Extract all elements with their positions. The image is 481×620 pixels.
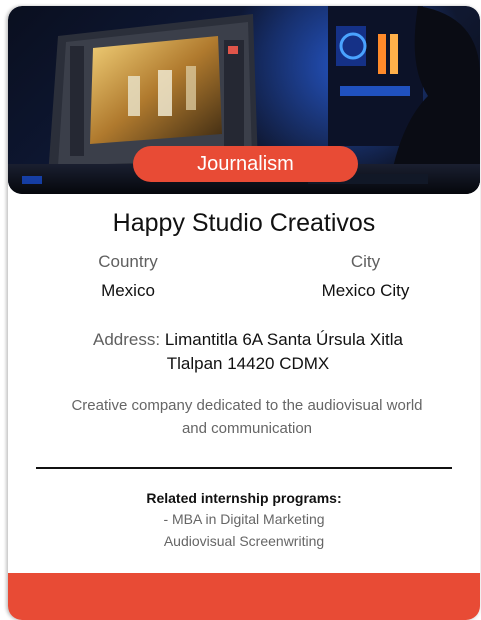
related-programs: Related internship programs: - MBA in Di…: [8, 488, 480, 552]
card-footer-bar[interactable]: [8, 573, 480, 620]
address-block: Address: Limantitla 6A Santa Úrsula Xitl…: [68, 328, 428, 376]
city-label: City: [350, 252, 381, 271]
company-title: Happy Studio Creativos: [112, 209, 376, 237]
city-block: City Mexico City: [298, 250, 433, 303]
country-value: Mexico: [101, 281, 155, 300]
address-label: Address:: [93, 330, 161, 349]
city-value: Mexico City: [321, 281, 410, 300]
related-program-item: - MBA in Digital Marketing: [163, 511, 325, 527]
related-program-item: Audiovisual Screenwriting: [163, 533, 325, 549]
country-block: Country Mexico: [68, 250, 188, 303]
category-badge: Journalism: [133, 146, 358, 182]
hero-image: Journalism: [8, 6, 480, 194]
address-value: Limantitla 6A Santa Úrsula Xitla Tlalpan…: [164, 330, 403, 373]
company-card: Journalism Happy Studio Creativos Countr…: [8, 6, 480, 620]
country-label: Country: [98, 252, 158, 271]
divider: [36, 467, 452, 469]
company-description: Creative company dedicated to the audiov…: [71, 397, 423, 437]
related-programs-title: Related internship programs:: [146, 490, 342, 506]
